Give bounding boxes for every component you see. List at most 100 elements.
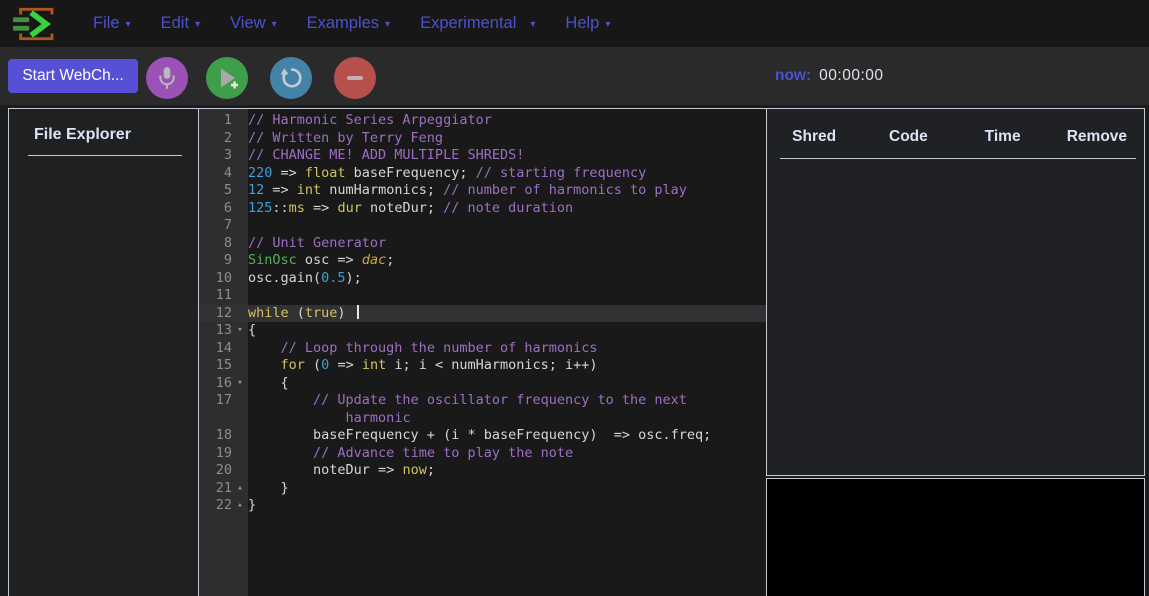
code-segment: } <box>248 480 289 496</box>
code-segment: noteDur => <box>248 462 402 478</box>
code-text <box>248 287 766 305</box>
code-segment: } <box>248 497 256 513</box>
line-number: 7 <box>199 217 232 235</box>
code-segment: // Update the oscillator frequency to th… <box>313 392 687 408</box>
code-segment: => <box>272 165 305 181</box>
fold-spacer <box>232 182 248 200</box>
menu-item-examples[interactable]: Examples▾ <box>292 0 405 47</box>
caret-down-icon: ▾ <box>195 19 200 30</box>
code-segment: while <box>248 305 289 321</box>
line-number: 20 <box>199 462 232 480</box>
line-number: 11 <box>199 287 232 305</box>
shred-table-header-shred: Shred <box>767 128 861 146</box>
line-number: 18 <box>199 427 232 445</box>
menu-item-experimental[interactable]: Experimental▾ <box>405 0 550 47</box>
remove-shred-button[interactable] <box>334 57 376 99</box>
line-number: 1 <box>199 112 232 130</box>
code-segment: float <box>305 165 346 181</box>
fold-arrow-icon[interactable]: ▾ <box>232 375 248 393</box>
code-segment: :: <box>272 200 288 216</box>
file-explorer-divider <box>28 155 182 156</box>
fold-spacer <box>232 445 248 463</box>
line-number: 22 <box>199 497 232 515</box>
code-segment: // starting frequency <box>476 165 647 181</box>
code-segment: noteDur; <box>362 200 443 216</box>
menu-item-label: File <box>93 14 120 33</box>
code-segment: baseFrequency + (i * baseFrequency) => o… <box>248 427 711 443</box>
code-segment <box>248 392 313 408</box>
chuck-time-display: now: 00:00:00 <box>775 47 884 105</box>
code-text: osc.gain(0.5); <box>248 270 766 288</box>
code-line-3: 3// CHANGE ME! ADD MULTIPLE SHREDS! <box>199 147 766 165</box>
microphone-button[interactable] <box>146 57 188 99</box>
fold-arrow-icon[interactable]: ▾ <box>232 322 248 340</box>
microphone-icon <box>157 65 177 91</box>
fold-spacer <box>232 235 248 253</box>
code-segment: harmonic <box>346 410 411 426</box>
code-segment: => <box>329 357 362 373</box>
code-line-10: 10osc.gain(0.5); <box>199 270 766 288</box>
main-area: File Explorer 1 // Harmonic Series Arpegg… <box>0 105 1149 596</box>
line-number: 21 <box>199 480 232 498</box>
code-line-5: 512 => int numHarmonics; // number of ha… <box>199 182 766 200</box>
caret-down-icon: ▾ <box>385 19 390 30</box>
code-segment: i; i < numHarmonics; i++) <box>386 357 597 373</box>
code-segment: { <box>248 322 256 338</box>
code-line-21: 21▴ } <box>199 480 766 498</box>
code-segment: dur <box>337 200 361 216</box>
code-text: // Written by Terry Feng <box>248 130 766 148</box>
code-text: { <box>248 375 766 393</box>
start-webchuck-button[interactable]: Start WebCh... <box>8 59 138 93</box>
line-number: 3 <box>199 147 232 165</box>
code-segment: now <box>402 462 426 478</box>
now-label: now: <box>775 67 811 85</box>
fold-spacer <box>232 427 248 445</box>
line-number: 12 <box>199 305 232 323</box>
visualizer-panel <box>766 478 1145 596</box>
menu-item-label: Edit <box>161 14 189 33</box>
caret-down-icon: ▾ <box>272 19 277 30</box>
code-segment: dac <box>362 252 386 268</box>
line-number: 13 <box>199 322 232 340</box>
fold-spacer <box>232 147 248 165</box>
shred-table-header-remove: Remove <box>1050 128 1144 146</box>
fold-spacer <box>232 357 248 375</box>
fold-arrow-icon[interactable]: ▴ <box>232 480 248 498</box>
toolbar: Start WebCh... now: 00:00:00 <box>0 47 1149 105</box>
code-segment: // Written by Terry Feng <box>248 130 443 146</box>
code-editor[interactable]: 1// Harmonic Series Arpeggiator2// Writt… <box>199 108 766 596</box>
right-column: ShredCodeTimeRemove <box>766 108 1145 596</box>
code-text: { <box>248 322 766 340</box>
fold-arrow-icon[interactable]: ▴ <box>232 497 248 515</box>
menu-item-help[interactable]: Help▾ <box>550 0 625 47</box>
menu-item-edit[interactable]: Edit ▾ <box>146 0 215 47</box>
line-number: 17 <box>199 392 232 410</box>
code-segment: ( <box>305 357 321 373</box>
menu-item-view[interactable]: View▾ <box>215 0 292 47</box>
code-line-16: 16▾ { <box>199 375 766 393</box>
fold-spacer <box>232 392 248 410</box>
fold-spacer <box>232 287 248 305</box>
code-segment: ) <box>337 305 353 321</box>
code-line-9: 9SinOsc osc => dac; <box>199 252 766 270</box>
code-segment: for <box>281 357 305 373</box>
code-line-22: 22▴} <box>199 497 766 515</box>
code-text: // Harmonic Series Arpeggiator <box>248 112 766 130</box>
fold-spacer <box>232 112 248 130</box>
file-explorer-panel: File Explorer <box>8 108 199 596</box>
code-text: // Advance time to play the note <box>248 445 766 463</box>
code-text: for (0 => int i; i < numHarmonics; i++) <box>248 357 766 375</box>
code-line-1: 1 // Harmonic Series Arpeggiator <box>199 112 766 130</box>
fold-spacer <box>232 305 248 323</box>
menu-item-file[interactable]: File▾ <box>78 0 146 47</box>
code-segment: // note duration <box>443 200 573 216</box>
play-add-shred-button[interactable] <box>206 57 248 99</box>
replace-shred-button[interactable] <box>270 57 312 99</box>
fold-spacer <box>232 462 248 480</box>
minus-icon <box>342 65 368 91</box>
shred-table-header-row: ShredCodeTimeRemove <box>767 109 1144 146</box>
fold-spacer <box>232 130 248 148</box>
code-segment: baseFrequency; <box>346 165 476 181</box>
menu-item-label: Help <box>565 14 599 33</box>
code-text: baseFrequency + (i * baseFrequency) => o… <box>248 427 766 445</box>
